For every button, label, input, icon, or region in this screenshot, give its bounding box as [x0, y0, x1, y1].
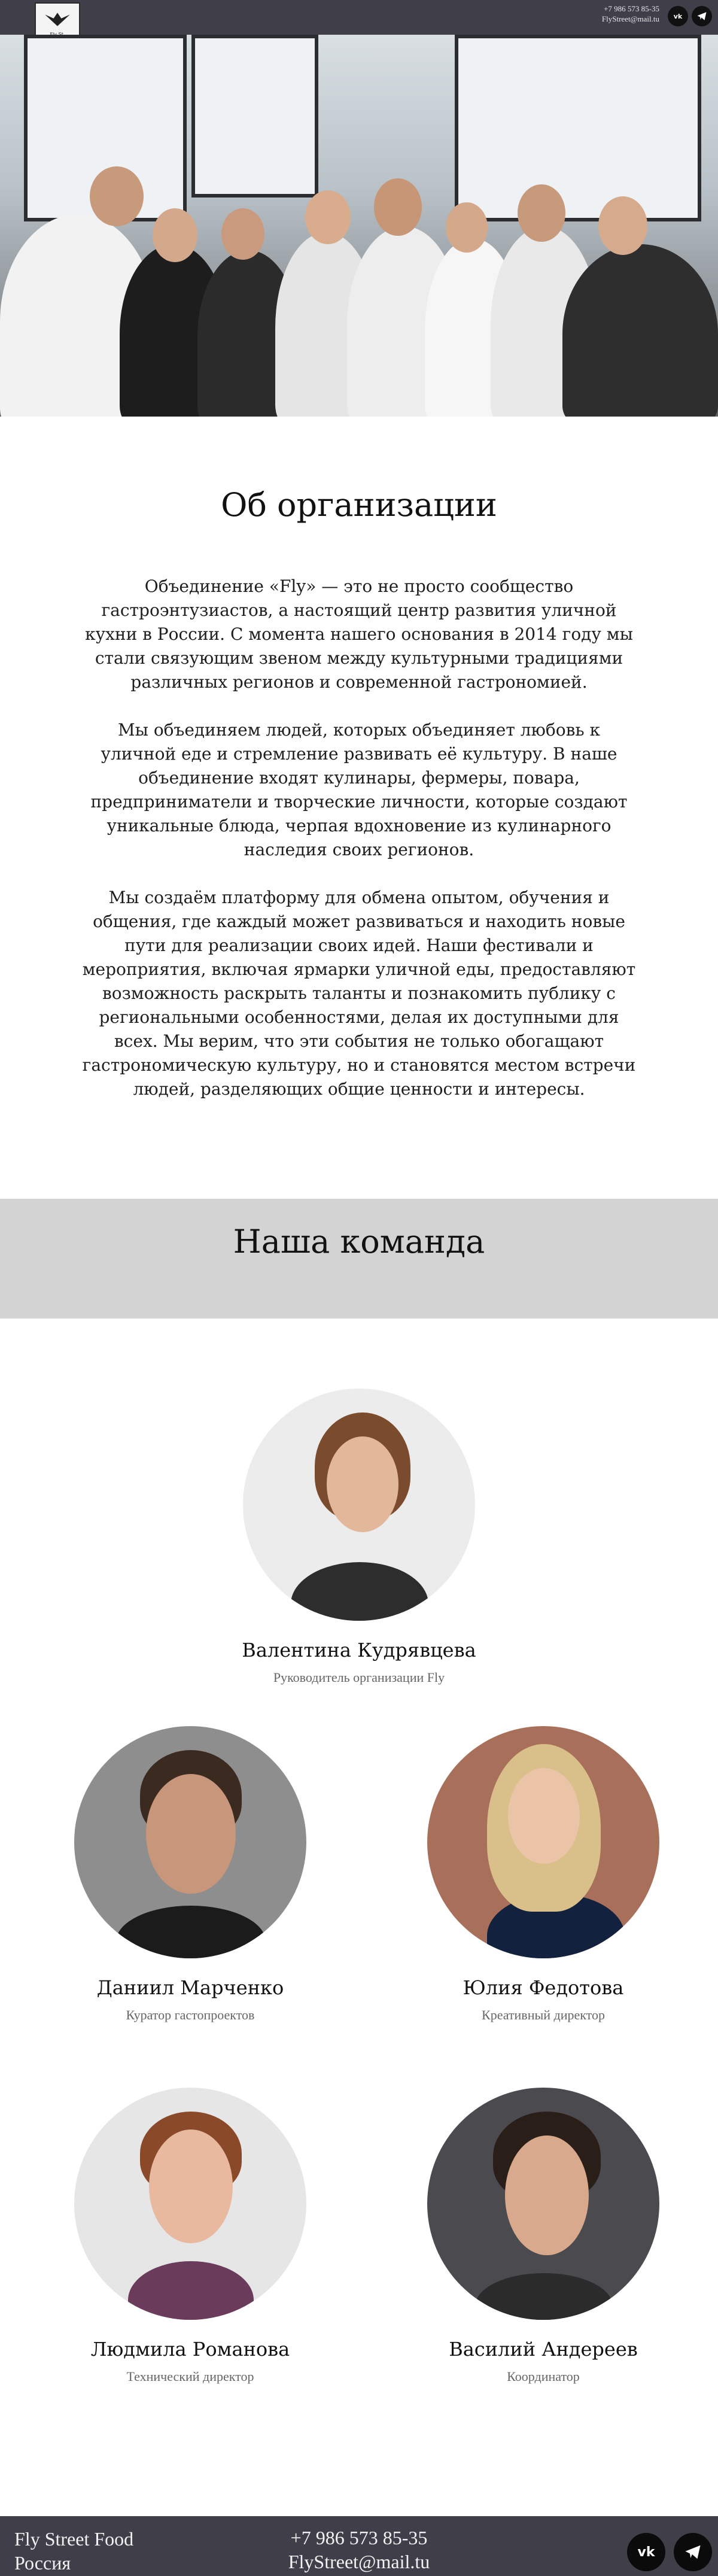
member-photo — [243, 1389, 475, 1621]
footer-email[interactable]: FlyStreet@mail.tu — [239, 2550, 479, 2574]
member-role: Координатор — [507, 2369, 580, 2384]
member-photo — [427, 1726, 659, 1958]
member-role: Технический директор — [126, 2369, 254, 2384]
team-member-card: Даниил Марченко Куратор гастопроектов — [65, 1726, 316, 2023]
footer-brand-block: Fly Street Food Россия — [14, 2527, 133, 2575]
team-member-card: Юлия Федотова Креативный директор — [418, 1726, 669, 2023]
member-name: Юлия Федотова — [463, 1976, 624, 1999]
footer: Fly Street Food Россия +7 986 573 85-35 … — [0, 2516, 718, 2576]
member-name: Василий Андереев — [449, 2338, 638, 2361]
header-contacts: +7 986 573 85-35 FlyStreet@mail.tu — [602, 4, 659, 24]
member-name: Людмила Романова — [90, 2338, 290, 2361]
footer-brand: Fly Street Food — [14, 2528, 134, 2550]
member-role: Куратор гастопроектов — [126, 2007, 255, 2022]
footer-country: Россия — [14, 2552, 71, 2574]
vk-icon[interactable]: vk — [668, 6, 688, 26]
about-paragraph: Мы создаём платформу для обмена опытом, … — [82, 888, 636, 1099]
member-photo — [74, 1726, 306, 1958]
team-title: Наша команда — [233, 1223, 485, 1260]
footer-contacts: +7 986 573 85-35 FlyStreet@mail.tu — [239, 2526, 479, 2574]
member-name: Даниил Марченко — [96, 1976, 284, 1999]
telegram-icon[interactable] — [674, 2533, 712, 2571]
member-role: Руководитель организации Fly — [273, 1670, 445, 1685]
vk-icon[interactable]: vk — [627, 2533, 665, 2571]
header-email[interactable]: FlyStreet@mail.tu — [602, 14, 659, 24]
about-text: Объединение «Fly» — это не просто сообще… — [78, 575, 640, 1125]
member-name: Валентина Кудрявцева — [242, 1639, 476, 1661]
hero-team-photo — [0, 35, 718, 417]
about-paragraph: Объединение «Fly» — это не просто сообще… — [85, 576, 633, 692]
team-member-card: Василий Андереев Координатор — [418, 2088, 669, 2384]
bird-logo-icon — [45, 12, 70, 26]
top-bar: +7 986 573 85-35 FlyStreet@mail.tu vk — [0, 0, 718, 35]
team-member-card: Людмила Романова Технический директор — [65, 2088, 316, 2384]
header-phone[interactable]: +7 986 573 85-35 — [602, 4, 659, 14]
member-photo — [427, 2088, 659, 2320]
team-member-card: Валентина Кудрявцева Руководитель органи… — [233, 1389, 485, 1685]
about-paragraph: Мы объединяем людей, которых объединяет … — [90, 720, 628, 859]
member-photo — [74, 2088, 306, 2320]
footer-phone[interactable]: +7 986 573 85-35 — [239, 2526, 479, 2550]
telegram-icon[interactable] — [692, 6, 712, 26]
member-role: Креативный директор — [482, 2007, 605, 2022]
about-title: Об организации — [221, 486, 497, 524]
